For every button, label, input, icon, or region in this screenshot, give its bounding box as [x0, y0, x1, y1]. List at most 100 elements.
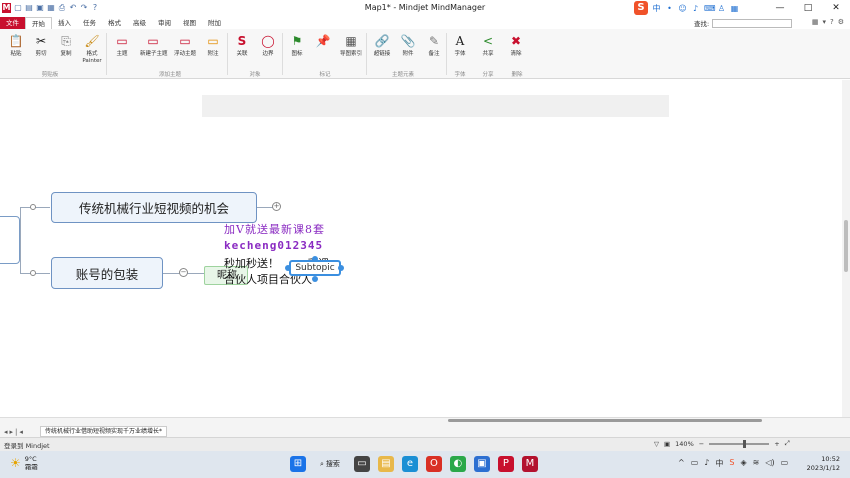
smile-icon[interactable]: ☺ — [678, 4, 687, 13]
menu-bar: 文件 开始 插入 任务 格式 高级 审阅 视图 附加 查找: ▦ ▾ ? ⚙ — [0, 17, 850, 29]
vertical-scroll-thumb[interactable] — [844, 220, 848, 272]
find-input[interactable] — [712, 18, 793, 28]
tab-review[interactable]: 审阅 — [152, 17, 177, 29]
minimize-button[interactable]: — — [766, 0, 794, 17]
keyboard-icon[interactable]: ⌨ — [704, 4, 716, 13]
group-topic-elements: 主题元素 — [391, 72, 414, 78]
mindmanager-taskbar-icon[interactable]: M — [521, 456, 538, 472]
filter-icon[interactable]: ▽ — [654, 440, 659, 448]
powerpoint-icon[interactable]: P — [497, 456, 514, 472]
punctuation-icon[interactable]: • — [665, 4, 674, 13]
document-tab[interactable]: 传统机械行业借助短视频实现千万业绩增长* — [40, 426, 168, 437]
tab-view[interactable]: 视图 — [177, 17, 202, 29]
file-explorer-icon[interactable]: ▤ — [377, 456, 394, 472]
tray-chevron-icon[interactable]: ^ — [678, 458, 685, 469]
central-topic[interactable] — [0, 216, 20, 264]
tab-nav-arrows-icon[interactable]: ◂▸|◂ — [4, 428, 25, 436]
tray-language[interactable]: 中 — [715, 458, 723, 469]
attachment-button[interactable]: 📎 附件 — [395, 33, 421, 58]
tray-ime-icon[interactable]: ◈ — [740, 458, 746, 469]
delete-button[interactable]: ✖ 清除 — [503, 33, 529, 58]
boundary-icon: ◯ — [261, 34, 275, 48]
format-painter-button[interactable]: 🖌 格式 Painter — [79, 33, 105, 65]
battery-icon[interactable]: ▭ — [781, 458, 789, 469]
relationship-button[interactable]: S 关联 — [229, 33, 255, 58]
icons-button[interactable]: ⚑ 图标 — [284, 33, 310, 58]
resize-handle[interactable] — [312, 256, 318, 262]
windows-start-icon[interactable]: ⊞ — [290, 456, 306, 472]
tray-sogou-icon[interactable]: S — [729, 458, 734, 469]
zoom-slider-knob[interactable] — [743, 439, 747, 448]
zoom-in-icon[interactable]: + — [774, 440, 779, 448]
cut-button[interactable]: ✂ 剪切 — [28, 33, 54, 58]
image-viewer-icon[interactable]: ▣ — [473, 456, 490, 472]
tray-app-icon[interactable]: ▭ — [691, 458, 699, 469]
resize-handle[interactable] — [285, 265, 291, 271]
office-icon[interactable]: O — [425, 456, 442, 472]
tab-file[interactable]: 文件 — [0, 17, 25, 29]
floating-topic-button[interactable]: ▭ 浮动主题 — [172, 33, 198, 58]
paste-icon: 📋 — [8, 34, 24, 48]
weather-widget[interactable]: ☀ 9°C 霜霜 — [10, 455, 38, 471]
new-subtopic-button[interactable]: ▭ 新建子主题 — [140, 33, 168, 58]
grid-icon[interactable]: ▦ — [730, 4, 739, 13]
tab-format[interactable]: 格式 — [102, 17, 127, 29]
tab-task[interactable]: 任务 — [77, 17, 102, 29]
edge-browser-icon[interactable]: e — [401, 456, 418, 472]
mic-icon[interactable]: ♪ — [691, 4, 700, 13]
hyperlink-button[interactable]: 🔗 超链接 — [369, 33, 395, 58]
wechat-icon[interactable]: ◐ — [449, 456, 466, 472]
topic-button[interactable]: ▭ 主题 — [109, 33, 135, 58]
close-button[interactable]: ✕ — [822, 0, 850, 17]
expand-icon[interactable]: + — [272, 202, 281, 211]
font-button[interactable]: A 字体 — [447, 33, 473, 58]
zoom-slider[interactable] — [709, 439, 770, 448]
system-tray: ^ ▭ ♪ 中 S ◈ ≋ ◁) ▭ — [678, 458, 788, 469]
maximize-button[interactable]: □ — [794, 0, 822, 17]
topic-node[interactable]: 账号的包装 — [51, 257, 163, 289]
task-view-icon[interactable]: ▭ — [353, 456, 370, 472]
map-index-icon: ▦ — [345, 34, 357, 48]
horizontal-scroll-thumb[interactable] — [448, 419, 762, 422]
collapse-icon[interactable]: − — [179, 268, 188, 277]
tab-home[interactable]: 开始 — [25, 17, 52, 29]
tag-button[interactable]: 📌 — [310, 33, 336, 51]
shirt-icon[interactable]: ♙ — [717, 4, 726, 13]
chinese-mode-icon[interactable]: 中 — [652, 4, 661, 13]
tab-addins[interactable]: 附加 — [202, 17, 227, 29]
system-clock[interactable]: 10:52 2023/1/12 — [807, 455, 840, 473]
login-link[interactable]: 登录到 Mindjet — [4, 440, 50, 450]
group-clipboard: 剪贴板 — [41, 72, 59, 78]
horizontal-scrollbar[interactable] — [448, 418, 762, 423]
share-button[interactable]: < 共享 — [475, 33, 501, 58]
notes-button[interactable]: ✎ 备注 — [421, 33, 447, 58]
map-index-button[interactable]: ▦ 导图索引 — [338, 33, 364, 58]
search-icon: ⌕ — [320, 459, 324, 468]
topic-icon: ▭ — [116, 34, 128, 48]
relationship-icon: S — [237, 34, 247, 48]
copy-button[interactable]: ⎘ 复制 — [53, 33, 79, 58]
volume-icon[interactable]: ◁) — [765, 458, 774, 469]
resize-handle[interactable] — [312, 276, 318, 282]
topic-node[interactable]: 传统机械行业短视频的机会 — [51, 192, 257, 223]
options-icon[interactable]: ▾ — [822, 18, 826, 26]
zoom-out-icon[interactable]: − — [699, 440, 704, 448]
boundary-button[interactable]: ◯ 边界 — [255, 33, 281, 58]
tray-mic-icon[interactable]: ♪ — [704, 458, 709, 469]
layout-icon[interactable]: ▦ — [812, 18, 819, 26]
vertical-scrollbar[interactable] — [842, 80, 850, 417]
help-circle-icon[interactable]: ? — [830, 18, 834, 26]
fullscreen-icon[interactable]: ⤢ — [785, 439, 790, 448]
taskbar-search[interactable]: ⌕ 搜索 — [314, 456, 346, 472]
resize-handle[interactable] — [338, 265, 344, 271]
tab-advanced[interactable]: 高级 — [127, 17, 152, 29]
tab-insert[interactable]: 插入 — [52, 17, 77, 29]
wifi-icon[interactable]: ≋ — [753, 458, 760, 469]
sogou-logo-icon[interactable]: S — [634, 1, 648, 15]
map-canvas[interactable]: 传统机械行业短视频的机会 + 账号的包装 − 昵称 加V就送最新课8套 kech… — [0, 80, 842, 417]
fit-icon[interactable]: ▣ — [664, 440, 670, 448]
settings-icon[interactable]: ⚙ — [838, 18, 844, 26]
selected-subtopic[interactable]: Subtopic — [289, 260, 341, 276]
callout-button[interactable]: ▭ 附注 — [200, 33, 226, 58]
paste-button[interactable]: 📋 粘贴 — [3, 33, 29, 58]
